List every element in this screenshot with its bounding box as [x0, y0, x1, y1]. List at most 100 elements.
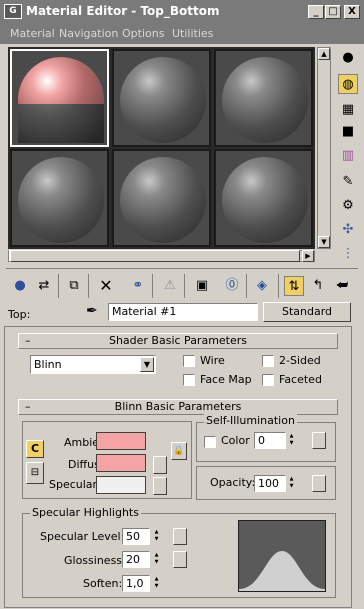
menu-navigation[interactable]: Navigation	[59, 27, 118, 40]
separator	[246, 274, 247, 298]
scroll-right-icon[interactable]: ▶	[302, 250, 314, 262]
specular-highlights-title: Specular Highlights	[30, 506, 141, 519]
menu-options[interactable]: Options	[122, 27, 164, 40]
specular-level-field[interactable]: 50	[122, 528, 150, 545]
separator	[88, 274, 89, 298]
lock-icon[interactable]: ⊟	[26, 462, 44, 484]
sample-slot[interactable]	[112, 49, 211, 147]
specular-color-swatch[interactable]	[96, 476, 146, 494]
spinner-icon[interactable]: ▲ ▼	[152, 529, 161, 545]
material-type-button[interactable]: Standard	[263, 302, 351, 322]
ambient-color-swatch[interactable]	[96, 432, 146, 450]
shader-basic-header[interactable]: – Shader Basic Parameters	[18, 333, 338, 349]
material-map-navigator-icon[interactable]: ⋮	[338, 244, 358, 264]
pick-material-eyedropper-icon[interactable]: ✒	[86, 303, 98, 319]
lock-icon[interactable]: 🔒	[171, 442, 187, 460]
two-sided-checkbox[interactable]	[262, 355, 274, 367]
horizontal-scrollbar[interactable]: ◀ ▶	[8, 250, 315, 262]
chevron-down-icon[interactable]: ▼	[140, 357, 154, 372]
wire-checkbox[interactable]	[183, 355, 195, 367]
pick-material-icon[interactable]: ⮨	[332, 276, 352, 296]
menu-material[interactable]: Material	[10, 27, 55, 40]
specular-map-button[interactable]	[153, 477, 167, 495]
rollout-title: Blinn Basic Parameters	[114, 400, 242, 413]
glossiness-field[interactable]: 20	[122, 551, 150, 568]
go-forward-icon[interactable]: ↰	[308, 276, 328, 296]
material-id-icon[interactable]: ▣	[192, 276, 212, 296]
assign-to-selection-icon[interactable]: ⧉	[64, 276, 84, 296]
collapse-icon: –	[25, 334, 31, 347]
opacity-field[interactable]: 100	[254, 475, 286, 492]
color-label: Color	[221, 434, 250, 447]
material-sphere	[120, 157, 206, 243]
go-to-parent-icon[interactable]: ⇅	[284, 276, 304, 296]
backlight-icon[interactable]: ◍	[338, 74, 358, 94]
video-color-icon[interactable]: ▥	[338, 146, 358, 166]
toolbar-divider	[6, 268, 358, 269]
separator	[278, 274, 279, 298]
faceted-label: Faceted	[279, 373, 322, 386]
make-preview-icon[interactable]: ✎	[338, 172, 358, 192]
options-icon[interactable]: ⚙	[338, 196, 358, 216]
opacity-label: Opacity:	[210, 476, 256, 489]
background-icon[interactable]: ▦	[338, 100, 358, 120]
sample-slot[interactable]	[112, 149, 211, 247]
select-by-material-icon[interactable]: ✣	[338, 220, 358, 240]
glossiness-map-button[interactable]	[173, 551, 187, 568]
scroll-up-icon[interactable]: ▲	[318, 48, 330, 60]
scroll-thumb[interactable]	[10, 250, 300, 262]
highlight-curve-graph	[238, 520, 326, 592]
shader-dropdown[interactable]: Blinn	[30, 355, 156, 374]
get-material-icon[interactable]: ●	[10, 276, 30, 296]
spinner-icon[interactable]: ▲ ▼	[152, 552, 161, 568]
spinner-icon[interactable]: ▲ ▼	[287, 433, 296, 449]
uv-tiling-icon[interactable]: ■	[338, 122, 358, 142]
collapse-icon: –	[25, 400, 31, 413]
specular-level-map-button[interactable]	[173, 528, 187, 545]
reset-map-icon[interactable]: ✕	[96, 276, 116, 296]
self-illum-color-checkbox[interactable]	[204, 436, 216, 448]
window-title: Material Editor - Top_Bottom	[26, 4, 220, 18]
material-name-field[interactable]: Material #1	[108, 303, 258, 321]
self-illumination-title: Self-Illumination	[204, 414, 297, 427]
opacity-map-button[interactable]	[312, 475, 326, 492]
app-icon: G	[4, 4, 22, 19]
soften-field[interactable]: 1,0	[122, 575, 150, 592]
sample-slot[interactable]	[214, 149, 313, 247]
vertical-scrollbar[interactable]: ▲ ▼	[317, 47, 331, 249]
sample-slot[interactable]	[214, 49, 313, 147]
self-illum-map-button[interactable]	[312, 432, 326, 449]
face-map-label: Face Map	[200, 373, 252, 386]
maximize-button[interactable]: □	[325, 5, 341, 19]
top-label: Top:	[8, 308, 31, 321]
diffuse-map-button[interactable]	[153, 456, 167, 474]
glossiness-label: Glossiness:	[64, 554, 126, 567]
sample-slot[interactable]	[10, 49, 109, 147]
menu-utilities[interactable]: Utilities	[172, 27, 213, 40]
faceted-checkbox[interactable]	[262, 374, 274, 386]
put-to-scene-icon[interactable]: ⇄	[34, 276, 54, 296]
sample-type-icon[interactable]: ●	[338, 48, 358, 68]
material-sphere	[120, 57, 206, 143]
make-unique-icon[interactable]: ⚭	[128, 276, 148, 296]
put-to-library-icon[interactable]: ⚠	[160, 276, 180, 296]
close-button[interactable]: X	[344, 5, 360, 19]
show-end-result-icon[interactable]: ◈	[252, 276, 272, 296]
face-map-checkbox[interactable]	[183, 374, 195, 386]
minimize-button[interactable]: _	[308, 5, 324, 19]
specular-level-label: Specular Level:	[40, 530, 125, 543]
specular-label: Specular:	[49, 478, 101, 491]
spinner-icon[interactable]: ▲ ▼	[152, 576, 161, 592]
lock-c-button[interactable]: C	[26, 440, 44, 458]
separator	[58, 274, 59, 298]
sample-slot[interactable]	[10, 149, 109, 247]
spinner-icon[interactable]: ▲ ▼	[287, 476, 296, 492]
blinn-basic-header[interactable]: – Blinn Basic Parameters	[18, 399, 338, 415]
show-map-icon[interactable]: ⓪	[222, 276, 242, 296]
separator	[184, 274, 185, 298]
self-illum-value-field[interactable]: 0	[254, 432, 286, 449]
scroll-down-icon[interactable]: ▼	[318, 236, 330, 248]
material-sphere	[222, 157, 308, 243]
diffuse-color-swatch[interactable]	[96, 454, 146, 472]
separator	[152, 274, 153, 298]
